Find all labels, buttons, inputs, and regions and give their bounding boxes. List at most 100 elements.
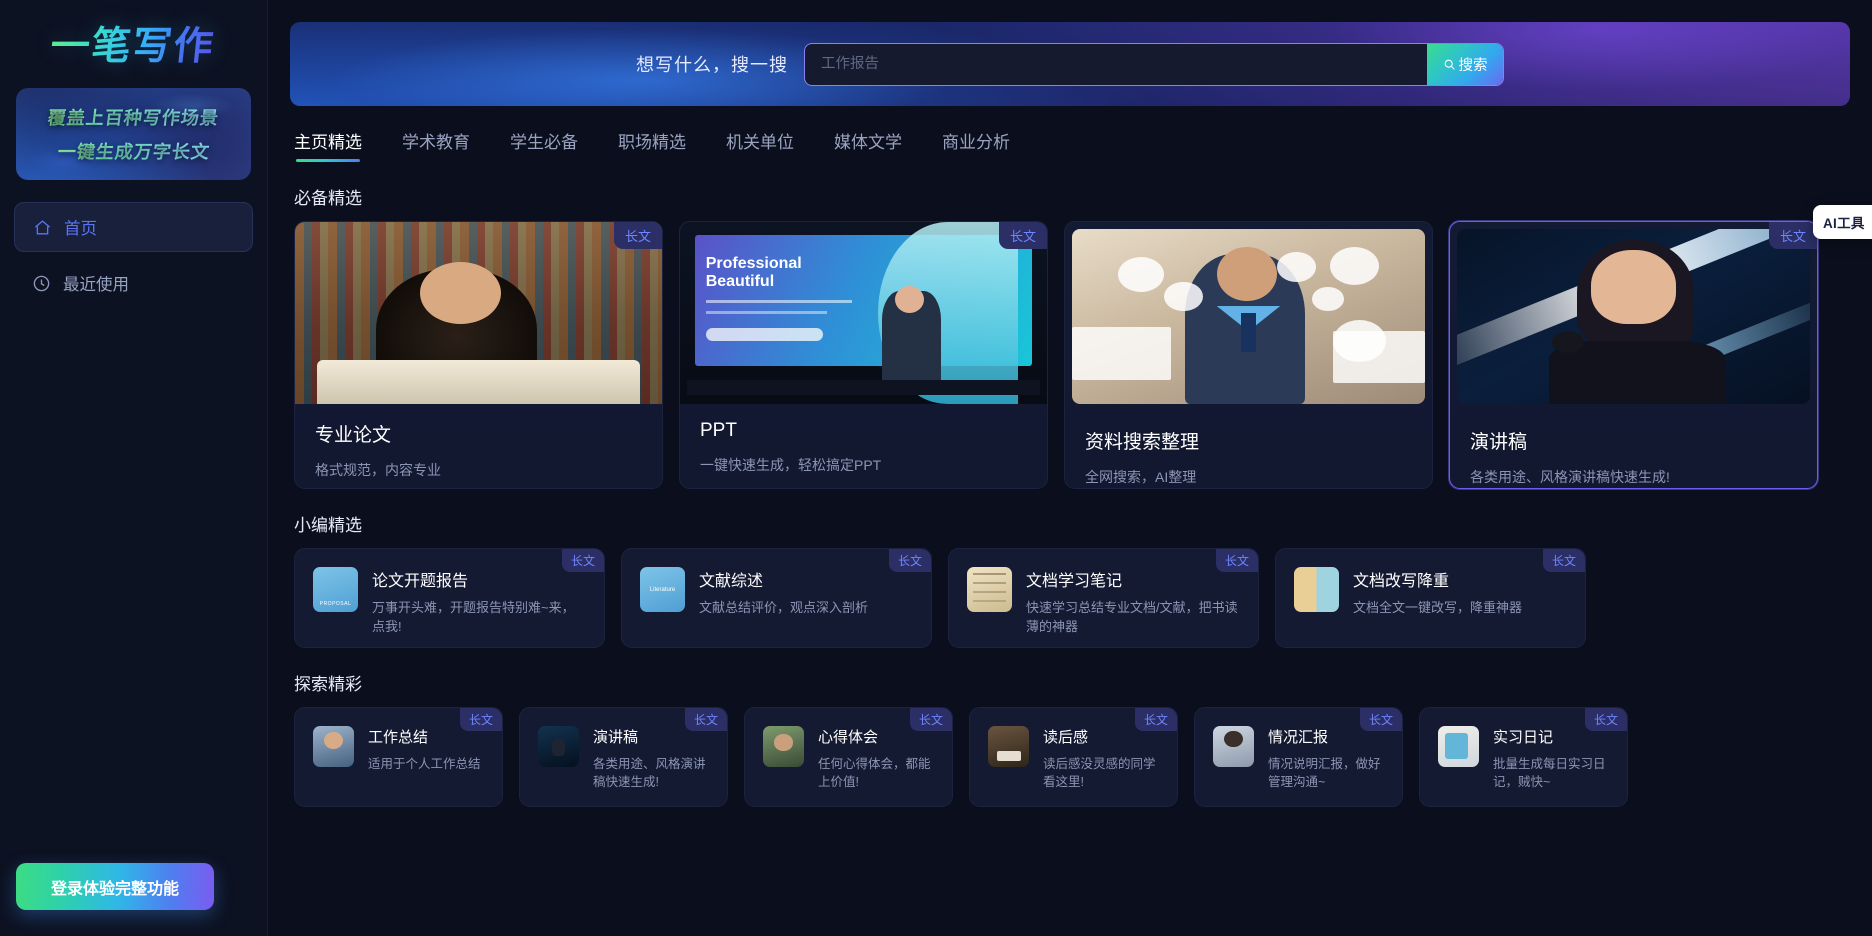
- tab-business[interactable]: 商业分析: [942, 128, 1010, 162]
- badge-long-text: 长文: [1359, 708, 1402, 731]
- list-card-experience[interactable]: 长文 心得体会 任何心得体会，都能上价值!: [744, 707, 953, 807]
- card-desc: 读后感没灵感的同学看这里!: [1043, 757, 1156, 790]
- main-content: 想写什么，搜一搜 搜索 主页精选 学术教育 学生必备 职场精选 机关单位 媒体文…: [268, 0, 1872, 936]
- list-card-rewrite[interactable]: 长文 文档改写降重 文档全文一键改写，降重神器: [1275, 548, 1586, 648]
- essentials-card-row: 长文 专业论文 格式规范，内容专业 长文 Professional Beautif…: [268, 221, 1872, 489]
- search-icon: [1444, 59, 1455, 70]
- promo-line-1: 覆盖上百种写作场景: [46, 104, 221, 130]
- login-button[interactable]: 登录体验完整功能: [16, 863, 214, 910]
- badge-long-text: 长文: [1584, 708, 1627, 731]
- hero-search-banner: 想写什么，搜一搜 搜索: [290, 22, 1850, 106]
- feature-card-ppt[interactable]: 长文 Professional Beautiful PPT 一键快速生成，轻松搞定…: [679, 221, 1048, 489]
- badge-long-text: 长文: [613, 222, 662, 249]
- section-title-editor-picks: 小编精选: [294, 516, 362, 535]
- promo-line-2: 一键生成万字长文: [56, 138, 211, 164]
- reading-icon: [988, 726, 1029, 767]
- card-desc: 任何心得体会，都能上价值!: [818, 757, 931, 790]
- speech-icon: [538, 726, 579, 767]
- card-thumbnail-ppt: Professional Beautiful: [680, 222, 1047, 404]
- card-desc: 各类用途、风格演讲稿快速生成!: [593, 757, 706, 790]
- literature-icon: Literature: [640, 567, 685, 612]
- feature-card-research[interactable]: 资料搜索整理 全网搜索，AI整理: [1064, 221, 1433, 489]
- list-card-literature-review[interactable]: 长文 Literature 文献综述 文献总结评价，观点深入剖析: [621, 548, 932, 648]
- section-title-essentials: 必备精选: [294, 189, 362, 208]
- card-desc: 一键快速生成，轻松搞定PPT: [700, 457, 882, 473]
- tab-government[interactable]: 机关单位: [726, 128, 794, 162]
- sidebar-item-home[interactable]: 首页: [14, 202, 253, 252]
- ai-tools-label[interactable]: AI工具: [1823, 212, 1865, 232]
- tab-student[interactable]: 学生必备: [510, 128, 578, 162]
- card-title: 文档学习笔记: [1026, 573, 1123, 590]
- list-card-work-summary[interactable]: 长文 工作总结 适用于个人工作总结: [294, 707, 503, 807]
- list-card-book-report[interactable]: 长文 读后感 读后感没灵感的同学看这里!: [969, 707, 1178, 807]
- list-card-study-notes[interactable]: 长文 文档学习笔记 快速学习总结专业文档/文献，把书读薄的神器: [948, 548, 1259, 648]
- card-desc: 适用于个人工作总结: [368, 757, 481, 771]
- clock-icon: [32, 274, 51, 293]
- home-icon: [33, 218, 52, 237]
- diary-icon: [1438, 726, 1479, 767]
- tab-media[interactable]: 媒体文学: [834, 128, 902, 162]
- search-button-label: 搜索: [1458, 57, 1488, 74]
- feature-card-speech[interactable]: 长文 演讲稿 各类用途、风格演讲稿快速生成!: [1449, 221, 1818, 489]
- app-root: 一笔写作 覆盖上百种写作场景 一键生成万字长文 首页 最近使用 登录体验完整功能: [0, 0, 1872, 936]
- card-title: 资料搜索整理: [1085, 432, 1200, 453]
- card-thumbnail-research: [1072, 229, 1425, 404]
- tab-workplace[interactable]: 职场精选: [618, 128, 686, 162]
- search-prompt-label: 想写什么，搜一搜: [636, 55, 788, 75]
- badge-long-text: 长文: [1768, 222, 1817, 249]
- sidebar-item-recent-label: 最近使用: [63, 276, 129, 294]
- badge-long-text: 长文: [1542, 549, 1585, 572]
- editor-picks-card-row: 长文 PROPOSAL 论文开题报告 万事开头难，开题报告特别难~来，点我! 长…: [268, 548, 1872, 648]
- card-desc: 万事开头难，开题报告特别难~来，点我!: [372, 600, 575, 634]
- card-desc: 文档全文一键改写，降重神器: [1353, 600, 1523, 615]
- ai-image-toolbar: AI工具 HD: [1813, 205, 1872, 239]
- card-thumbnail-speech: [1457, 229, 1810, 404]
- card-desc: 情况说明汇报，做好管理沟通~: [1268, 757, 1381, 790]
- notes-icon: [967, 567, 1012, 612]
- promo-banner[interactable]: 覆盖上百种写作场景 一键生成万字长文: [16, 88, 251, 180]
- tab-academic[interactable]: 学术教育: [402, 128, 470, 162]
- card-title: 演讲稿: [1470, 432, 1528, 453]
- card-desc: 文献总结评价，观点深入剖析: [699, 600, 869, 615]
- list-card-internship-diary[interactable]: 长文 实习日记 批量生成每日实习日记，贼快~: [1419, 707, 1628, 807]
- search-box: 搜索: [804, 42, 1504, 86]
- card-desc: 全网搜索，AI整理: [1085, 469, 1197, 485]
- card-title: 论文开题报告: [372, 573, 469, 590]
- section-title-explore: 探索精彩: [294, 675, 362, 694]
- badge-long-text: 长文: [684, 708, 727, 731]
- card-desc: 格式规范，内容专业: [315, 462, 441, 478]
- badge-long-text: 长文: [561, 549, 604, 572]
- list-card-speech[interactable]: 长文 演讲稿 各类用途、风格演讲稿快速生成!: [519, 707, 728, 807]
- search-input[interactable]: [805, 43, 1427, 85]
- search-button[interactable]: 搜索: [1427, 43, 1503, 85]
- badge-long-text: 长文: [888, 549, 931, 572]
- card-thumbnail-thesis: [295, 222, 662, 404]
- ppt-thumb-title: Professional Beautiful: [705, 254, 802, 291]
- work-summary-icon: [313, 726, 354, 767]
- badge-long-text: 长文: [909, 708, 952, 731]
- sidebar-item-recent[interactable]: 最近使用: [14, 258, 253, 308]
- logo: 一笔写作: [0, 0, 267, 78]
- tab-home-featured[interactable]: 主页精选: [294, 128, 362, 162]
- badge-long-text: 长文: [998, 222, 1047, 249]
- sidebar: 一笔写作 覆盖上百种写作场景 一键生成万字长文 首页 最近使用 登录体验完整功能: [0, 0, 268, 936]
- card-desc: 批量生成每日实习日记，贼快~: [1493, 757, 1606, 790]
- badge-long-text: 长文: [1134, 708, 1177, 731]
- card-title: 文档改写降重: [1353, 573, 1450, 590]
- card-title: PPT: [700, 420, 737, 441]
- badge-long-text: 长文: [1215, 549, 1258, 572]
- badge-long-text: 长文: [459, 708, 502, 731]
- logo-text: 一笔写作: [49, 15, 219, 71]
- feature-card-thesis[interactable]: 长文 专业论文 格式规范，内容专业: [294, 221, 663, 489]
- list-card-situation-report[interactable]: 长文 情况汇报 情况说明汇报，做好管理沟通~: [1194, 707, 1403, 807]
- card-desc: 快速学习总结专业文档/文献，把书读薄的神器: [1026, 600, 1238, 634]
- proposal-icon: PROPOSAL: [313, 567, 358, 612]
- list-card-proposal[interactable]: 长文 PROPOSAL 论文开题报告 万事开头难，开题报告特别难~来，点我!: [294, 548, 605, 648]
- report-icon: [1213, 726, 1254, 767]
- card-title: 专业论文: [315, 425, 392, 446]
- sidebar-nav: 首页 最近使用: [0, 202, 267, 308]
- rewrite-icon: [1294, 567, 1339, 612]
- experience-icon: [763, 726, 804, 767]
- sidebar-item-home-label: 首页: [64, 220, 97, 238]
- card-title: 文献综述: [699, 573, 764, 590]
